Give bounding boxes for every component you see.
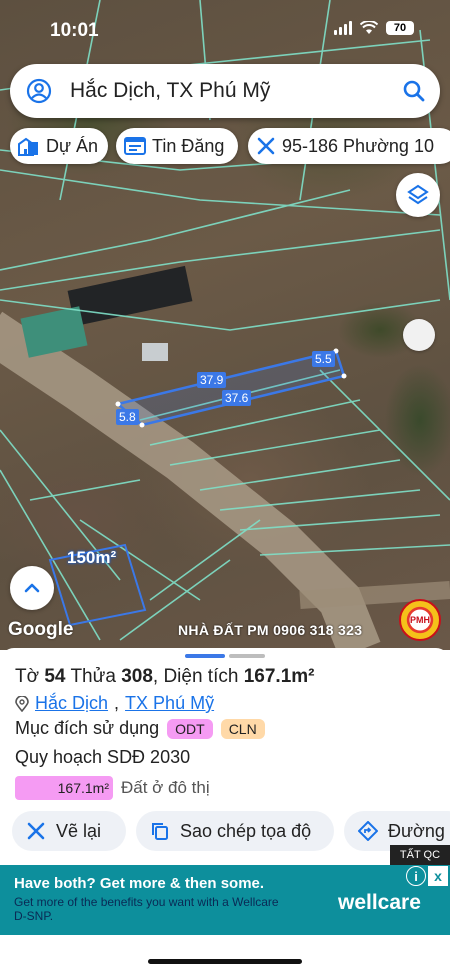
bottom-sheet[interactable]: Tờ 54 Thửa 308, Diện tích 167.1m² Hắc Dị…: [0, 648, 450, 868]
layers-button[interactable]: [396, 173, 440, 217]
company-logo-text: PMH: [410, 615, 430, 625]
building-icon: [18, 137, 38, 156]
ad-banner[interactable]: Have both? Get more & then some. Get mor…: [0, 865, 450, 935]
chip-label: 95-186 Phường 10: [282, 135, 434, 156]
scroll-handle[interactable]: [403, 319, 435, 351]
listing-icon: [124, 137, 146, 155]
planning-heading: Quy hoạch SDĐ 2030: [15, 747, 191, 767]
redraw-button[interactable]: Vẽ lại: [12, 811, 126, 851]
locality-link[interactable]: Hắc Dịch: [35, 693, 108, 714]
ad-close-icon[interactable]: x: [428, 866, 448, 886]
chip-label: Dự Án: [46, 135, 99, 156]
chip-phuong[interactable]: 95-186 Phường 10: [248, 128, 450, 164]
dimension-label: 5.5: [312, 351, 335, 367]
tag-odt[interactable]: ODT: [167, 718, 213, 739]
copy-coordinates-button[interactable]: Sao chép tọa độ: [136, 811, 334, 851]
search-icon[interactable]: [402, 79, 426, 103]
dimension-label: 37.9: [197, 372, 227, 388]
purpose-label: Mục đích sử dụng: [15, 718, 160, 738]
land-use-row: Mục đích sử dụng ODT CLN: [15, 718, 265, 739]
search-input[interactable]: Hắc Dịch, TX Phú Mỹ: [70, 79, 270, 103]
tools-icon: [257, 137, 275, 155]
location-pin-icon: [15, 695, 29, 712]
chip-tin-dang[interactable]: Tin Đăng: [116, 128, 238, 164]
chip-label: Tin Đăng: [152, 135, 225, 156]
watermark-text: NHÀ ĐẤT PM 0906 318 323: [178, 622, 363, 638]
layers-icon: [407, 184, 429, 205]
planning-area-bar: 167.1m²: [15, 776, 113, 800]
dimension-label: 5.8: [116, 409, 139, 425]
hide-ads-button[interactable]: TẤT QC: [390, 845, 450, 865]
ad-info-icon[interactable]: i: [406, 866, 426, 886]
sheet-handle-active[interactable]: [185, 654, 225, 658]
signal-icon: [334, 21, 352, 35]
satellite-map[interactable]: 10:01 70 Hắc Dịch, TX Phú Mỹ Dự Án Tin Đ…: [0, 0, 450, 650]
dimension-label: 37.6: [222, 390, 252, 406]
home-indicator: [148, 959, 302, 964]
chip-du-an[interactable]: Dự Án: [10, 128, 108, 164]
google-logo: Google: [8, 619, 74, 640]
ad-subline: Get more of the benefits you want with a…: [14, 895, 279, 923]
tools-icon: [27, 822, 45, 840]
expand-button[interactable]: [10, 566, 54, 610]
chevron-up-icon: [24, 583, 40, 593]
sheet-handle[interactable]: [229, 654, 265, 658]
copy-icon: [152, 823, 168, 840]
account-icon[interactable]: [26, 78, 52, 104]
parcel-area-label: 150m²: [67, 548, 117, 567]
wifi-icon: [360, 21, 378, 34]
directions-icon: [358, 821, 378, 841]
battery-icon: 70: [386, 21, 414, 35]
ad-brand-logo: wellcare: [338, 891, 421, 914]
town-link[interactable]: TX Phú Mỹ: [125, 693, 214, 714]
ad-headline: Have both? Get more & then some.: [14, 875, 265, 892]
tag-cln[interactable]: CLN: [220, 718, 265, 739]
planning-area-row: 167.1m² Đất ở đô thị: [15, 776, 210, 800]
planning-area-desc: Đất ở đô thị: [121, 778, 210, 797]
location-line: Hắc Dịch, TX Phú Mỹ: [15, 693, 214, 714]
company-logo: PMH: [399, 599, 441, 641]
plot-title: Tờ 54 Thửa 308, Diện tích 167.1m²: [15, 666, 315, 687]
clock: 10:01: [50, 20, 99, 41]
status-bar: 10:01 70: [0, 0, 450, 58]
search-bar[interactable]: Hắc Dịch, TX Phú Mỹ: [10, 64, 440, 118]
